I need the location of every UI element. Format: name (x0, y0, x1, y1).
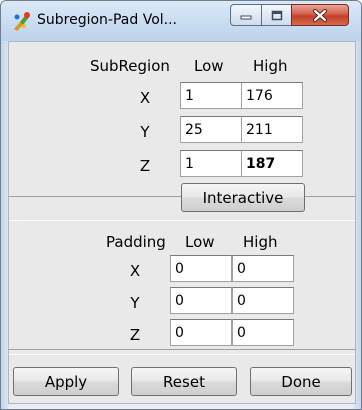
padding-x-low-input[interactable] (170, 255, 232, 282)
subregion-y-low-input[interactable] (180, 116, 242, 143)
close-button[interactable] (291, 4, 349, 26)
maximize-button[interactable] (261, 4, 292, 26)
padding-z-low-input[interactable] (170, 319, 232, 346)
subregion-high-header: High (253, 57, 288, 75)
close-icon (313, 8, 327, 22)
subregion-y-high-input[interactable] (241, 116, 303, 143)
window-border-left (1, 41, 8, 409)
interactive-button[interactable]: Interactive (181, 183, 305, 212)
title-bar[interactable]: Subregion-Pad Vol... (1, 1, 361, 41)
padding-z-label: Z (129, 326, 141, 344)
padding-x-high-input[interactable] (232, 255, 294, 282)
done-button[interactable]: Done (250, 367, 352, 396)
dialog-window: Subregion-Pad Vol... SubRegion Low High (0, 0, 362, 410)
padding-y-label: Y (130, 294, 140, 312)
padding-high-header: High (243, 233, 278, 251)
padding-z-high-input[interactable] (232, 319, 294, 346)
subregion-z-label: Z (139, 157, 151, 175)
apply-button[interactable]: Apply (13, 367, 119, 396)
padding-heading: Padding (106, 233, 166, 251)
window-title: Subregion-Pad Vol... (37, 12, 177, 28)
padding-section: Padding Low High X Y Z (9, 220, 355, 350)
padding-y-low-input[interactable] (170, 287, 232, 314)
padding-y-high-input[interactable] (232, 287, 294, 314)
subregion-x-label: X (139, 89, 151, 107)
maximize-icon (271, 10, 282, 20)
minimize-button[interactable] (230, 4, 262, 26)
action-bar: Apply Reset Done (9, 354, 355, 404)
dialog-body: SubRegion Low High X Y Z Interactive Pad… (8, 41, 356, 404)
subregion-z-high-input[interactable] (241, 150, 303, 177)
subregion-low-header: Low (194, 57, 224, 75)
subregion-z-low-input[interactable] (180, 150, 242, 177)
reset-button[interactable]: Reset (131, 367, 237, 396)
padding-low-header: Low (185, 233, 215, 251)
minimize-icon (240, 15, 252, 20)
subregion-x-low-input[interactable] (180, 82, 242, 109)
paint-icon (14, 12, 30, 31)
subregion-heading: SubRegion (90, 57, 170, 75)
subregion-section: SubRegion Low High X Y Z Interactive (9, 42, 355, 212)
padding-x-label: X (129, 262, 141, 280)
subregion-y-label: Y (140, 123, 150, 141)
subregion-x-high-input[interactable] (241, 82, 303, 109)
